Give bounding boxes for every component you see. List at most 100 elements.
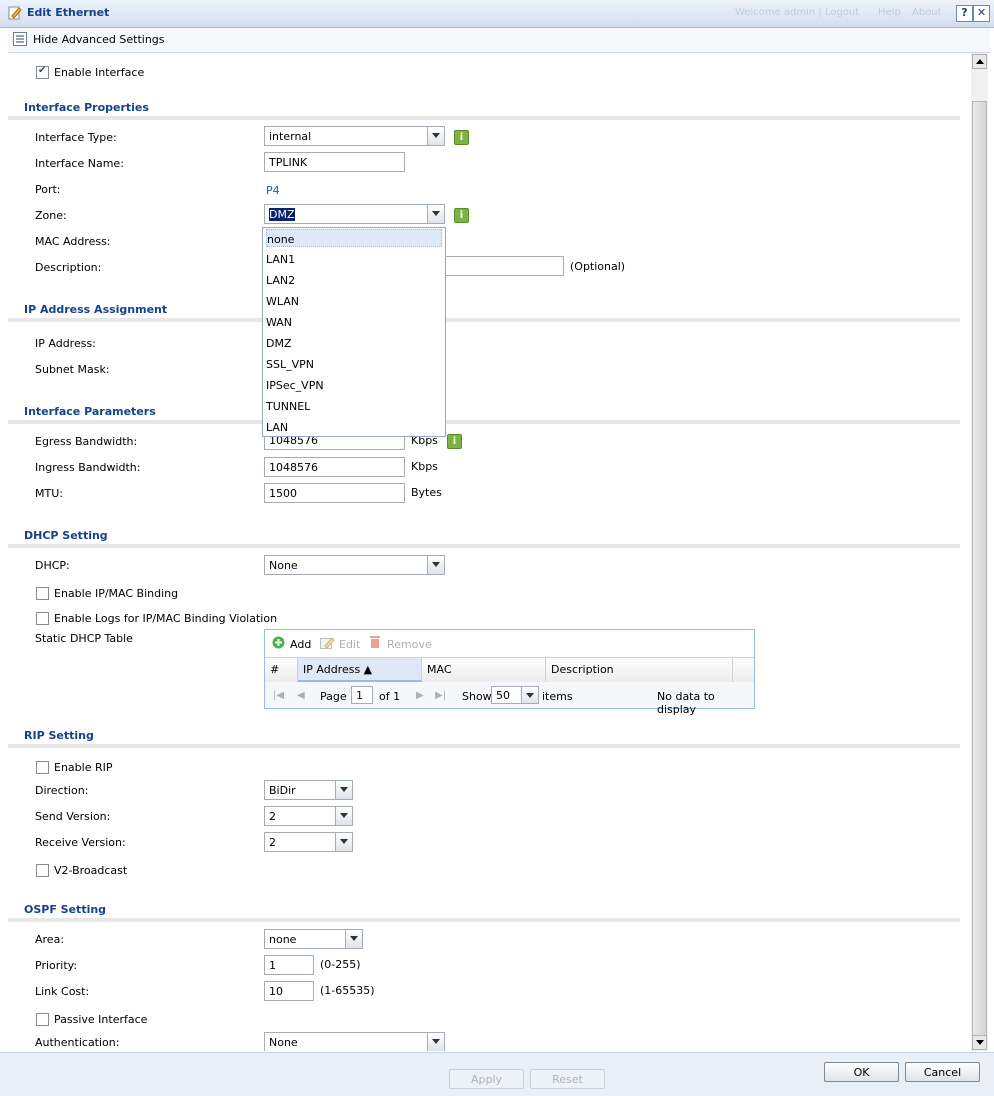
window-title: Edit Ethernet: [27, 6, 110, 19]
direction-label: Direction:: [35, 784, 89, 797]
items-label: items: [542, 690, 573, 703]
ok-button[interactable]: OK: [824, 1062, 899, 1082]
mac-address-label: MAC Address:: [35, 235, 111, 248]
dialog-footer: Apply Reset OK Cancel: [0, 1052, 994, 1096]
static-dhcp-grid: Add Edit Remove # IP Address ▲ MAC Descr…: [264, 629, 755, 716]
info-icon[interactable]: i: [454, 130, 469, 145]
v2-broadcast-checkbox[interactable]: [36, 864, 49, 877]
port-value: P4: [266, 184, 280, 197]
link-cost-label: Link Cost:: [35, 985, 90, 998]
zone-option-dmz[interactable]: DMZ: [266, 334, 442, 352]
binding-logs-label: Enable Logs for IP/MAC Binding Violation: [54, 612, 278, 625]
column-description[interactable]: Description: [546, 658, 733, 682]
scroll-thumb[interactable]: [972, 101, 987, 1036]
enable-interface-checkbox[interactable]: [36, 65, 49, 79]
binding-logs-checkbox[interactable]: [36, 612, 49, 625]
add-button[interactable]: Add: [290, 638, 311, 651]
chevron-down-icon[interactable]: [427, 205, 444, 223]
mtu-field[interactable]: 1500: [264, 483, 405, 503]
scroll-up-icon[interactable]: [972, 54, 987, 69]
info-icon[interactable]: i: [454, 208, 469, 223]
zone-option-wlan[interactable]: WLAN: [266, 292, 442, 310]
remove-button[interactable]: Remove: [387, 638, 432, 651]
scroll-down-icon[interactable]: [972, 1035, 987, 1050]
edit-button[interactable]: Edit: [339, 638, 360, 651]
next-page-icon[interactable]: ▶: [416, 690, 424, 701]
prev-page-icon[interactable]: ◀: [297, 690, 305, 701]
add-icon[interactable]: [272, 636, 285, 652]
edit-pencil-icon: [8, 5, 22, 20]
ip-mac-binding-checkbox[interactable]: [36, 587, 49, 600]
zone-option-lan1[interactable]: LAN1: [266, 250, 442, 268]
zone-option-ssl-vpn[interactable]: SSL_VPN: [266, 355, 442, 373]
help-button[interactable]: ?: [956, 5, 973, 22]
zone-dropdown-list: none LAN1 LAN2 WLAN WAN DMZ SSL_VPN IPSe…: [262, 227, 446, 437]
dhcp-select[interactable]: None: [264, 555, 445, 575]
mtu-label: MTU:: [35, 487, 63, 500]
enable-rip-checkbox[interactable]: [36, 761, 49, 774]
interface-name-label: Interface Name:: [35, 157, 124, 170]
ip-assignment-heading: IP Address Assignment: [24, 303, 168, 316]
ingress-bandwidth-field[interactable]: 1048576: [264, 457, 405, 477]
passive-interface-checkbox[interactable]: [36, 1013, 49, 1026]
reset-button[interactable]: Reset: [530, 1069, 605, 1089]
edit-icon: [320, 636, 335, 652]
page-number-field[interactable]: 1: [351, 686, 373, 704]
ip-address-label: IP Address:: [35, 337, 96, 350]
section-divider: [8, 116, 960, 120]
show-label: Show: [462, 690, 492, 703]
last-page-icon[interactable]: ▶|: [435, 690, 446, 701]
description-hint: (Optional): [570, 260, 626, 273]
area-label: Area:: [35, 933, 65, 946]
chevron-down-icon[interactable]: [427, 127, 444, 145]
hide-advanced-settings-link[interactable]: Hide Advanced Settings: [33, 33, 165, 46]
chevron-down-icon[interactable]: [427, 556, 444, 574]
zone-option-lan2[interactable]: LAN2: [266, 271, 442, 289]
first-page-icon[interactable]: |◀: [273, 690, 284, 701]
ingress-bandwidth-label: Ingress Bandwidth:: [35, 461, 141, 474]
v2-broadcast-label: V2-Broadcast: [54, 864, 128, 877]
interface-type-select[interactable]: internal: [264, 126, 445, 146]
chevron-down-icon[interactable]: [335, 807, 352, 825]
chevron-down-icon[interactable]: [345, 930, 362, 948]
port-label: Port:: [35, 183, 61, 196]
interface-parameters-heading: Interface Parameters: [24, 405, 156, 418]
section-divider: [8, 744, 960, 748]
zone-select[interactable]: DMZ: [264, 204, 445, 224]
apply-button[interactable]: Apply: [449, 1069, 524, 1089]
info-icon[interactable]: i: [447, 434, 462, 449]
receive-version-select[interactable]: 2: [264, 832, 353, 852]
link-cost-field[interactable]: 10: [264, 981, 314, 1001]
form-content: Enable Interface Interface Properties In…: [8, 53, 970, 1051]
enable-rip-label: Enable RIP: [54, 761, 113, 774]
zone-option-ipsec-vpn[interactable]: IPSec_VPN: [266, 376, 442, 394]
chevron-down-icon[interactable]: [427, 1033, 444, 1051]
zone-option-tunnel[interactable]: TUNNEL: [266, 397, 442, 415]
static-dhcp-table-label: Static DHCP Table: [35, 632, 133, 645]
zone-option-lan[interactable]: LAN: [266, 418, 442, 436]
chevron-down-icon[interactable]: [521, 687, 538, 703]
column-ip-address[interactable]: IP Address ▲: [298, 658, 422, 682]
enable-interface-label: Enable Interface: [54, 66, 145, 79]
cancel-button[interactable]: Cancel: [905, 1062, 980, 1082]
direction-select[interactable]: BiDir: [264, 780, 353, 800]
page-size-select[interactable]: 50: [491, 686, 539, 704]
priority-field[interactable]: 1: [264, 955, 314, 975]
column-mac[interactable]: MAC: [422, 658, 546, 682]
chevron-down-icon[interactable]: [335, 833, 352, 851]
chevron-down-icon[interactable]: [335, 781, 352, 799]
page-total: of 1: [379, 690, 401, 703]
close-button[interactable]: ✕: [973, 5, 990, 22]
egress-bandwidth-label: Egress Bandwidth:: [35, 435, 138, 448]
about-ghost-link: About: [912, 7, 942, 18]
zone-option-none[interactable]: none: [266, 229, 442, 247]
ip-mac-binding-label: Enable IP/MAC Binding: [54, 587, 179, 600]
receive-version-label: Receive Version:: [35, 836, 126, 849]
column-number[interactable]: #: [265, 658, 298, 682]
interface-name-field[interactable]: TPLINK: [264, 152, 405, 172]
vertical-scrollbar[interactable]: [971, 53, 988, 1051]
zone-option-wan[interactable]: WAN: [266, 313, 442, 331]
area-select[interactable]: none: [264, 929, 363, 949]
send-version-select[interactable]: 2: [264, 806, 353, 826]
authentication-select[interactable]: None: [264, 1032, 445, 1051]
